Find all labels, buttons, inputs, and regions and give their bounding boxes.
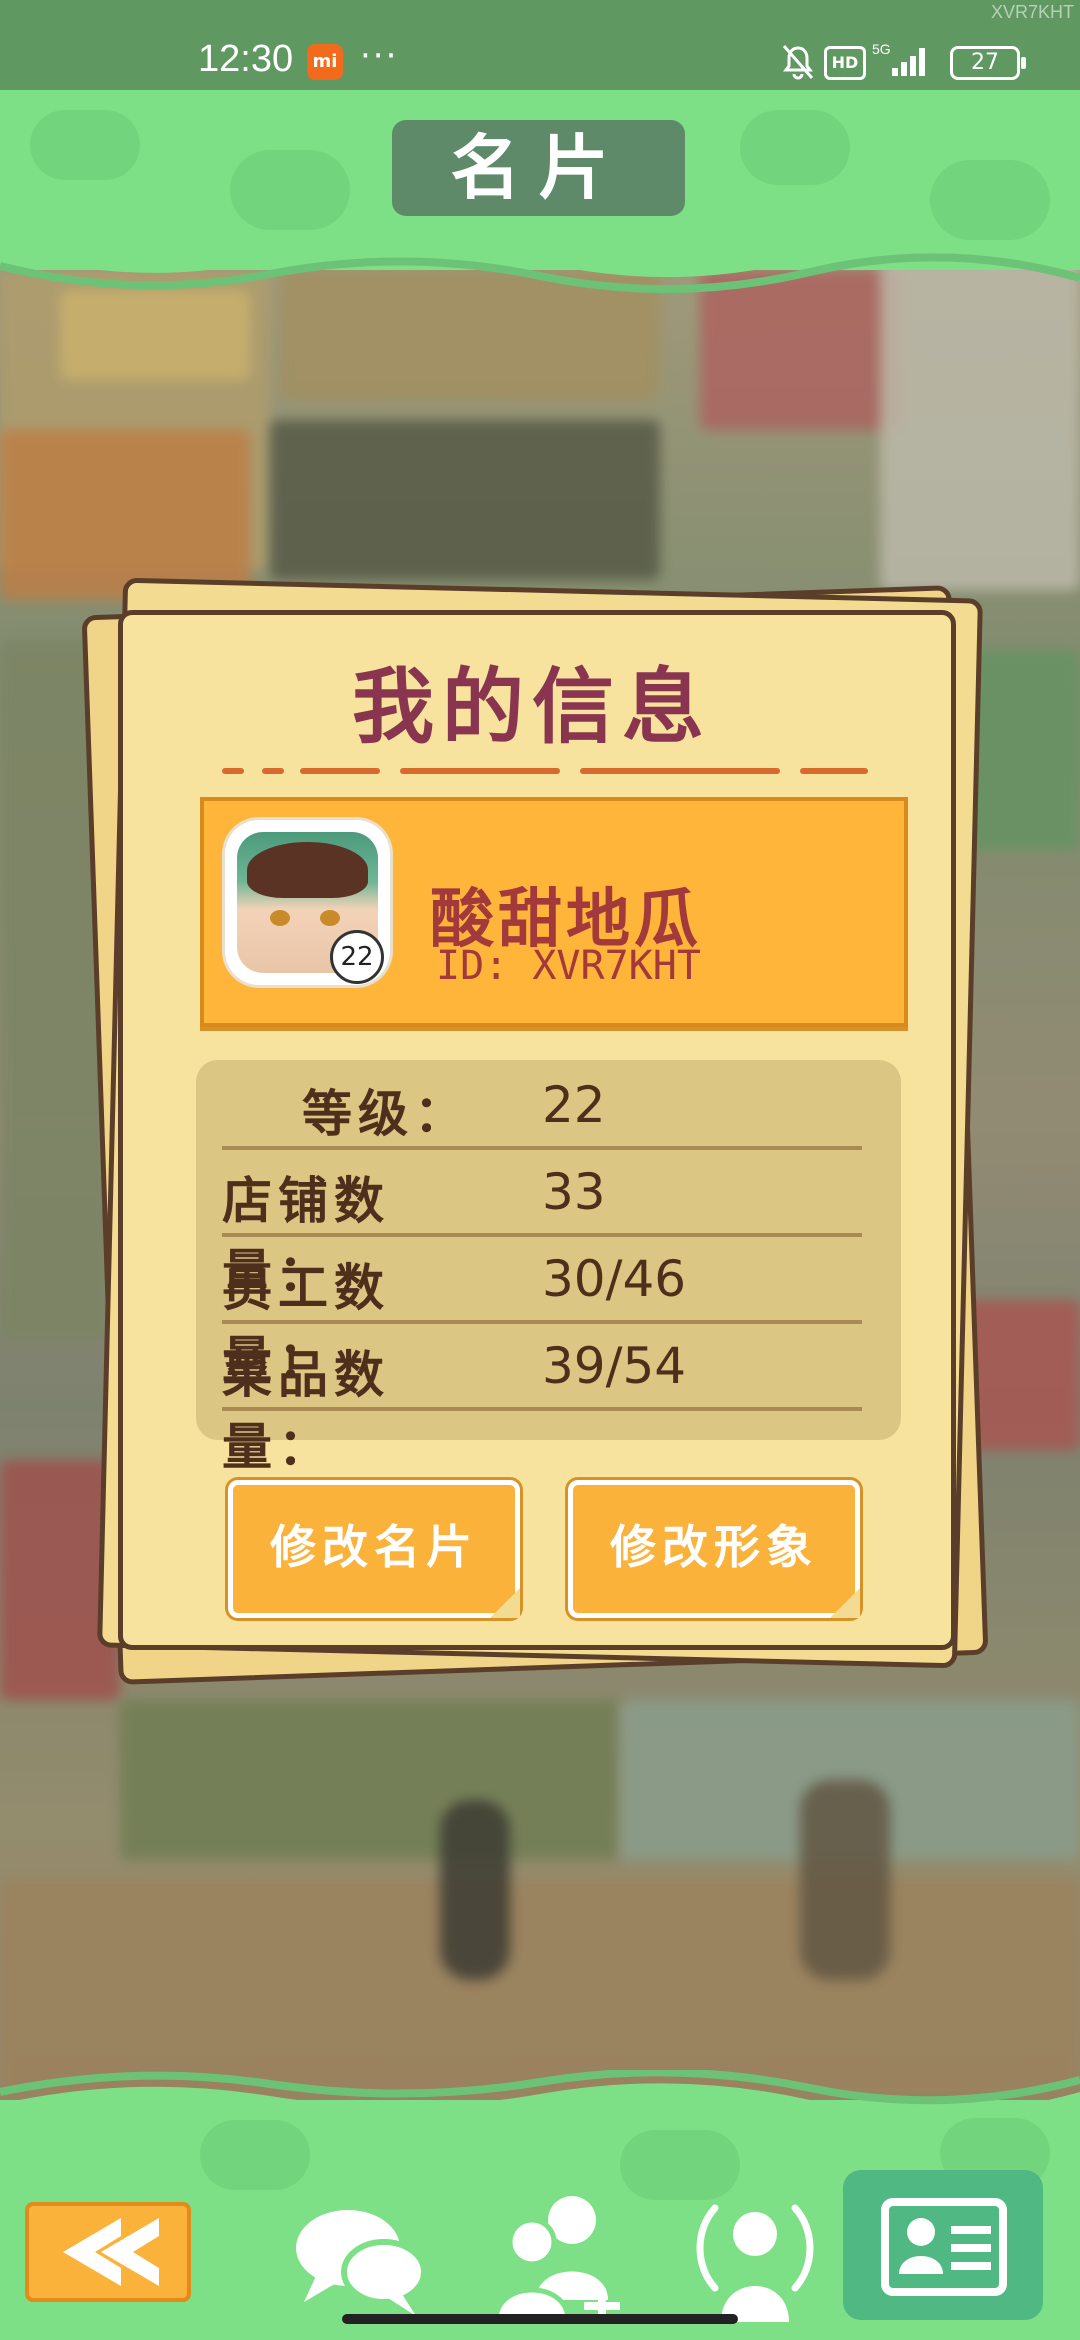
silent-bell-icon (782, 45, 814, 80)
player-id: ID: XVR7KHT (436, 943, 701, 989)
network-type: 5G (872, 41, 891, 57)
back-button[interactable] (25, 2202, 191, 2302)
back-arrow-icon (63, 2218, 159, 2286)
header-wave (0, 240, 1080, 294)
add-friend-icon[interactable] (490, 2190, 630, 2330)
stat-row-shops: 店铺数量： 33 (222, 1147, 862, 1302)
stat-value: 39/54 (542, 1337, 687, 1395)
footer-wave (0, 2070, 1080, 2130)
watermark-text: XVR7KHT (990, 2, 1074, 22)
battery-icon: 27 (950, 46, 1026, 80)
nearby-broadcast-icon[interactable] (685, 2190, 825, 2330)
edit-avatar-button[interactable]: 修改形象 (568, 1480, 860, 1618)
home-indicator[interactable] (342, 2314, 738, 2324)
page-title: 名片 (392, 120, 685, 216)
stat-value: 22 (542, 1076, 606, 1134)
stat-row-staff: 员工数量： 30/46 (222, 1234, 862, 1389)
stat-label: 菜品数量： (222, 1346, 390, 1476)
title-dashed-divider (222, 768, 868, 778)
stat-value: 33 (542, 1163, 606, 1221)
signal-strength-icon: 5G (872, 41, 925, 76)
chat-bubbles-icon[interactable] (290, 2190, 430, 2330)
status-bar: 12:30 mi ··· HD 5G 27 (0, 0, 1080, 90)
avatar-level-badge: 22 (330, 930, 384, 984)
stat-row-dishes: 菜品数量： 39/54 (222, 1321, 862, 1476)
xiaomi-app-icon: mi (307, 44, 343, 80)
tab-business-card-active[interactable] (843, 2170, 1043, 2320)
edit-card-button[interactable]: 修改名片 (228, 1480, 520, 1618)
stat-value: 30/46 (542, 1250, 687, 1308)
business-card-icon (881, 2198, 1007, 2296)
stat-row-level: 等级： 22 (222, 1060, 862, 1150)
status-time: 12:30 (198, 38, 294, 80)
hd-voice-icon: HD (824, 46, 866, 80)
stat-label: 等级： (302, 1085, 470, 1143)
more-notifications-icon: ··· (360, 36, 399, 76)
card-title: 我的信息 (351, 660, 712, 755)
